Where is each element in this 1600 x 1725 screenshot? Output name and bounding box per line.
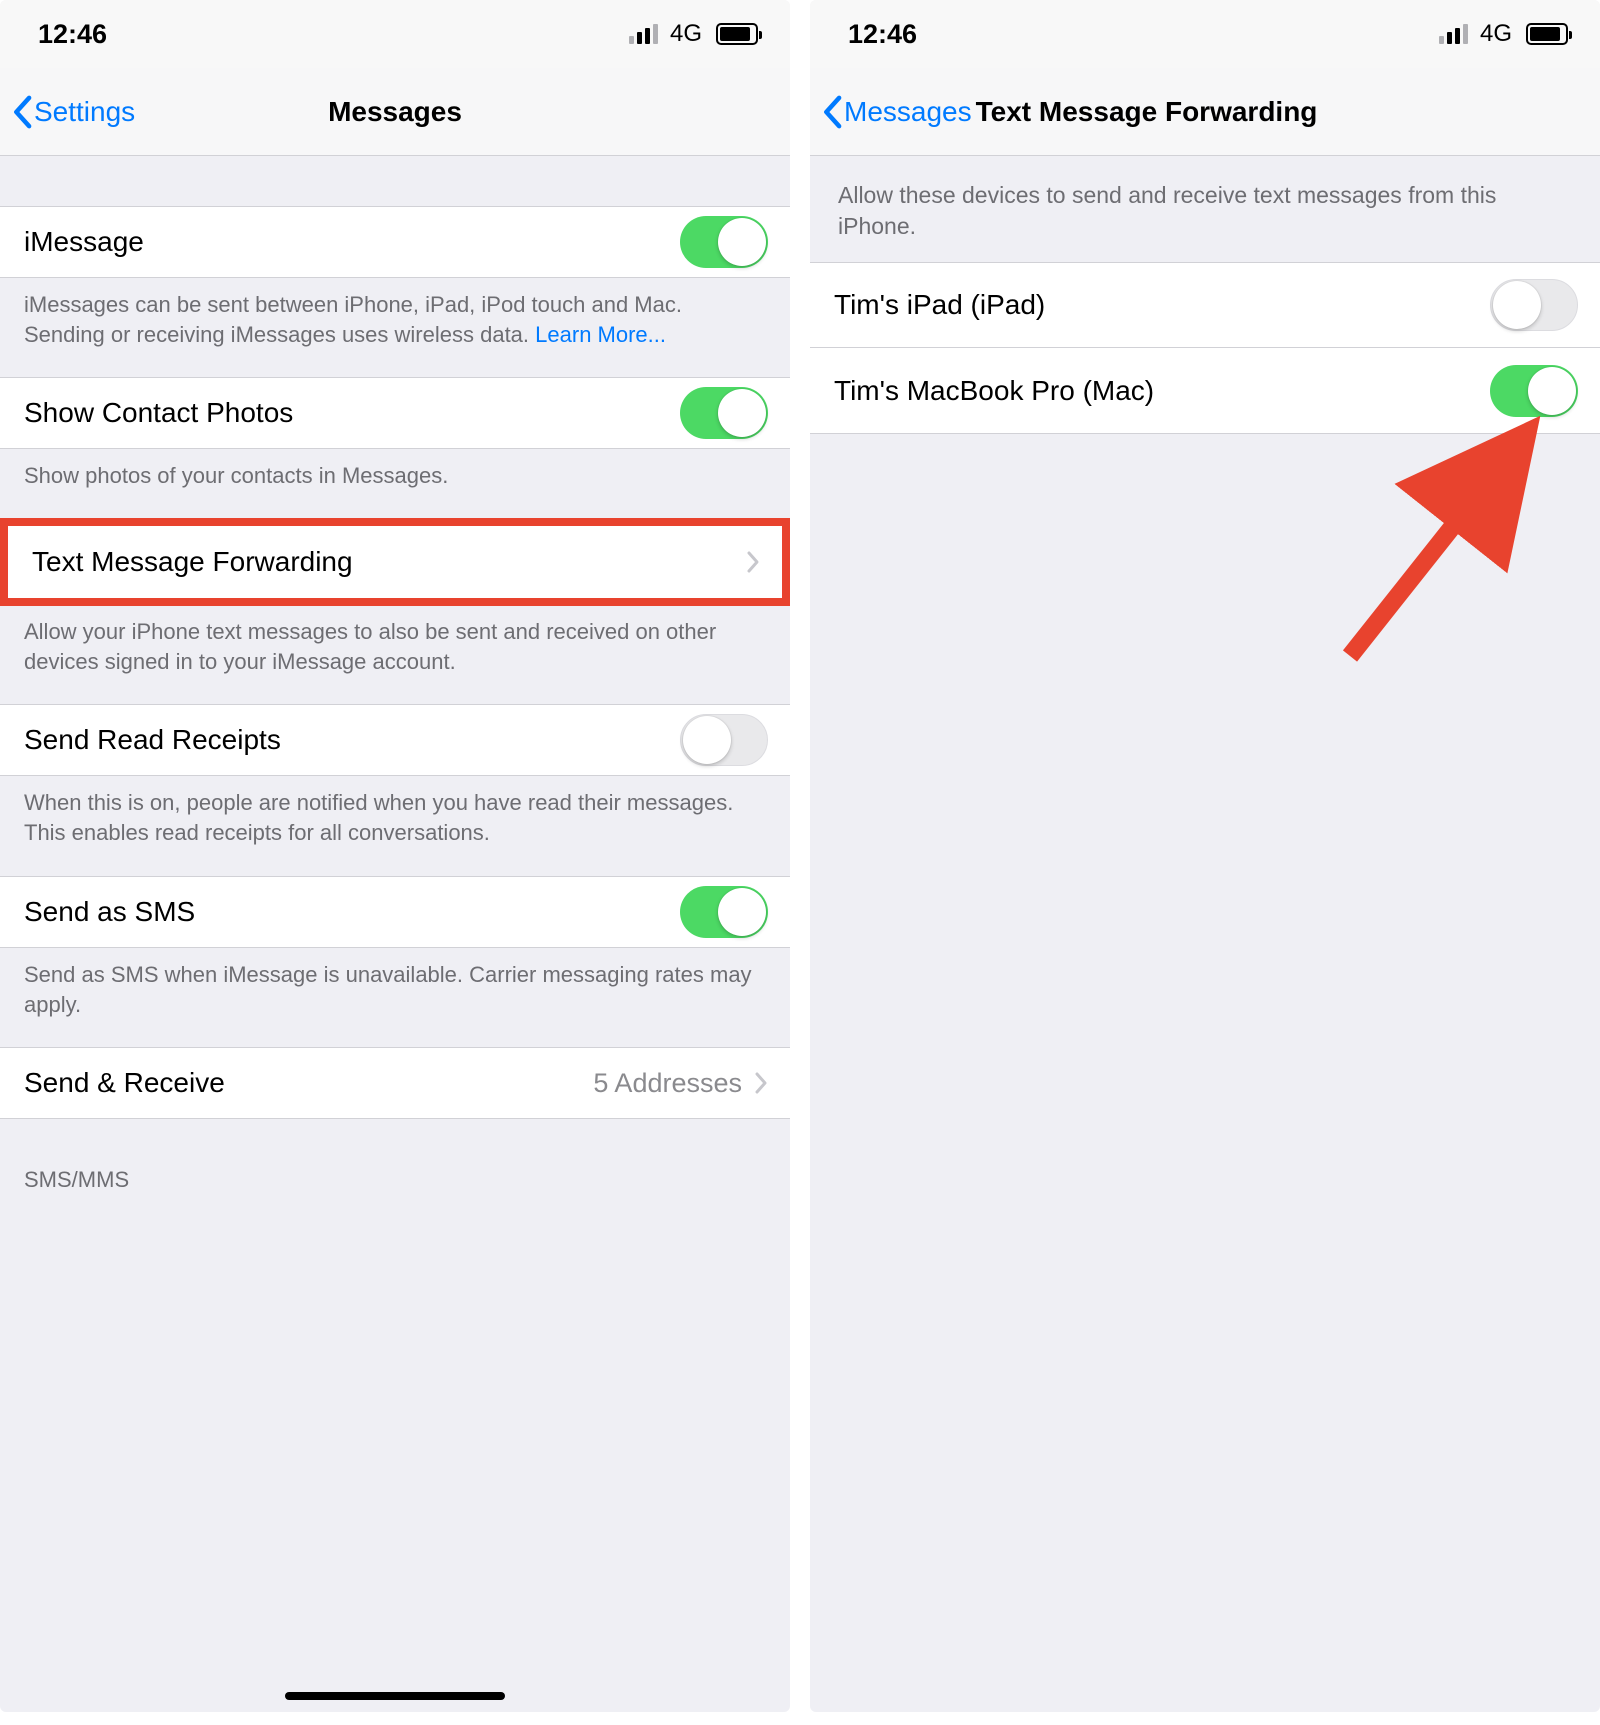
nav-title: Text Message Forwarding (976, 96, 1318, 128)
device-mac-row[interactable]: Tim's MacBook Pro (Mac) (810, 348, 1600, 434)
phone-left: 12:46 4G Settings Messages (0, 0, 790, 1712)
device-mac-toggle[interactable] (1490, 365, 1578, 417)
contact-photos-label: Show Contact Photos (24, 397, 680, 429)
nav-bar: Settings Messages (0, 68, 790, 156)
read-receipts-footer: When this is on, people are notified whe… (0, 776, 790, 875)
device-mac-label: Tim's MacBook Pro (Mac) (834, 375, 1490, 407)
read-receipts-label: Send Read Receipts (24, 724, 680, 756)
chevron-right-icon (746, 550, 760, 574)
signal-icon (1439, 24, 1468, 44)
status-time: 12:46 (38, 19, 107, 50)
status-right: 4G (629, 20, 758, 48)
back-button[interactable]: Messages (822, 95, 972, 129)
back-label: Messages (844, 96, 972, 128)
chevron-right-icon (754, 1071, 768, 1095)
arrow-annotation-icon (1280, 396, 1580, 696)
learn-more-link[interactable]: Learn More... (535, 322, 666, 347)
chevron-left-icon (12, 95, 32, 129)
imessage-row[interactable]: iMessage (0, 206, 790, 278)
contact-photos-row[interactable]: Show Contact Photos (0, 377, 790, 449)
content-right: Allow these devices to send and receive … (810, 156, 1600, 434)
chevron-left-icon (822, 95, 842, 129)
status-bar: 12:46 4G (810, 0, 1600, 68)
text-forwarding-row[interactable]: Text Message Forwarding (8, 526, 782, 598)
status-time: 12:46 (848, 19, 917, 50)
battery-icon (1526, 23, 1568, 45)
battery-icon (716, 23, 758, 45)
network-label: 4G (670, 20, 702, 48)
back-button[interactable]: Settings (12, 95, 135, 129)
content-left: iMessage iMessages can be sent between i… (0, 156, 790, 1203)
network-label: 4G (1480, 20, 1512, 48)
phone-right: 12:46 4G Messages Text Message Forwardi (810, 0, 1600, 1712)
back-label: Settings (34, 96, 135, 128)
sms-mms-header: SMS/MMS (0, 1119, 790, 1203)
read-receipts-toggle[interactable] (680, 714, 768, 766)
read-receipts-row[interactable]: Send Read Receipts (0, 704, 790, 776)
send-sms-toggle[interactable] (680, 886, 768, 938)
contact-photos-toggle[interactable] (680, 387, 768, 439)
contact-photos-footer: Show photos of your contacts in Messages… (0, 449, 790, 519)
send-sms-row[interactable]: Send as SMS (0, 876, 790, 948)
highlight-forwarding: Text Message Forwarding (0, 518, 790, 606)
imessage-footer: iMessages can be sent between iPhone, iP… (0, 278, 790, 377)
send-receive-label: Send & Receive (24, 1067, 593, 1099)
text-forwarding-footer: Allow your iPhone text messages to also … (0, 605, 790, 704)
imessage-toggle[interactable] (680, 216, 768, 268)
send-sms-footer: Send as SMS when iMessage is unavailable… (0, 948, 790, 1047)
send-sms-label: Send as SMS (24, 896, 680, 928)
status-bar: 12:46 4G (0, 0, 790, 68)
text-forwarding-label: Text Message Forwarding (32, 546, 746, 578)
forwarding-help-text: Allow these devices to send and receive … (810, 156, 1600, 262)
screenshot-canvas: 12:46 4G Settings Messages (0, 0, 1600, 1725)
imessage-label: iMessage (24, 226, 680, 258)
nav-bar: Messages Text Message Forwarding (810, 68, 1600, 156)
signal-icon (629, 24, 658, 44)
device-ipad-row[interactable]: Tim's iPad (iPad) (810, 262, 1600, 348)
device-ipad-toggle[interactable] (1490, 279, 1578, 331)
send-receive-row[interactable]: Send & Receive 5 Addresses (0, 1047, 790, 1119)
status-right: 4G (1439, 20, 1568, 48)
send-receive-value: 5 Addresses (593, 1068, 742, 1099)
home-indicator (285, 1692, 505, 1700)
device-ipad-label: Tim's iPad (iPad) (834, 289, 1490, 321)
